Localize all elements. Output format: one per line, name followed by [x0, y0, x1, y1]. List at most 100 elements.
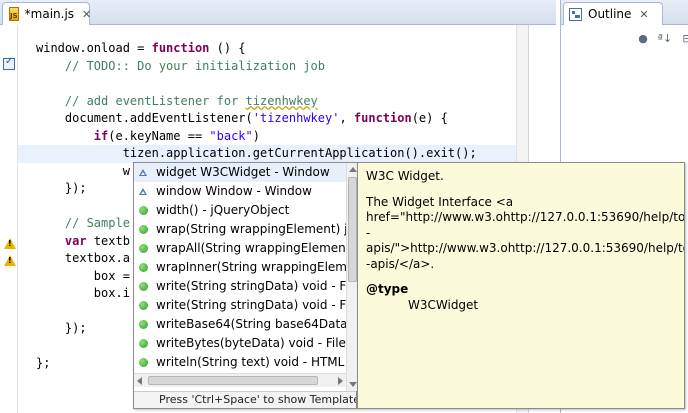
- assist-status-hint: Press 'Ctrl+Space' to show Template: [134, 391, 356, 408]
- code-token: tizenhwkey: [245, 93, 318, 108]
- outline-tab-bar: Outline ✕: [561, 0, 688, 25]
- code-line[interactable]: // TODO:: Do your initialization job: [36, 58, 477, 76]
- code-line[interactable]: if(e.keyName == "back"): [36, 128, 477, 146]
- outline-title: Outline: [588, 7, 632, 21]
- proposal-label: writeBytes(byteData) void - FileS: [156, 336, 346, 350]
- collapse-icon[interactable]: ⊟: [679, 30, 688, 46]
- method-icon: [139, 282, 148, 291]
- horizontal-scrollbar[interactable]: [134, 373, 346, 387]
- code-token: (e) {: [411, 111, 448, 125]
- method-icon: [139, 301, 148, 310]
- code-token: (e.keyName ==: [108, 128, 210, 143]
- documentation-popup: W3C Widget. The Widget Interface <a href…: [357, 162, 685, 409]
- code-token: box.i: [36, 286, 130, 300]
- vertical-ruler: [0, 25, 18, 413]
- proposal-item[interactable]: write(String stringData) void - F: [134, 296, 346, 315]
- doc-type-value: W3CWidget: [408, 297, 479, 312]
- proposal-item[interactable]: width() - jQueryObject: [134, 201, 346, 220]
- editor-tab-bar: JS *main.js ✕: [0, 0, 556, 25]
- method-icon: [139, 320, 148, 329]
- method-icon: [139, 339, 148, 348]
- hide-fields-icon[interactable]: ●: [635, 30, 651, 46]
- content-assist-popup: widget W3CWidget - Window window Window -…: [133, 162, 358, 409]
- proposal-label: wrapInner(String wrappingEleme: [156, 260, 346, 274]
- proposal-item[interactable]: writeBytes(byteData) void - FileS: [134, 334, 346, 353]
- warning-icon[interactable]: [4, 255, 16, 266]
- code-token: document.addEventListener(: [36, 111, 253, 125]
- proposal-label: write(String stringData) void - F: [156, 298, 346, 312]
- code-line[interactable]: document.addEventListener('tizenhwkey', …: [36, 110, 477, 128]
- scroll-up-icon[interactable]: [349, 167, 357, 172]
- method-icon: [139, 263, 148, 272]
- method-icon: [139, 244, 148, 253]
- doc-description: The Widget Interface <a href="http://www…: [366, 194, 685, 271]
- proposal-item[interactable]: write(String stringData) void - F: [134, 277, 346, 296]
- warning-icon[interactable]: [4, 238, 16, 249]
- code-token: ): [252, 128, 260, 143]
- sort-icon[interactable]: ª↓: [657, 30, 673, 46]
- scroll-right-icon[interactable]: [338, 377, 343, 385]
- doc-text: W3C Widget. The Widget Interface <a href…: [366, 169, 685, 323]
- proposal-label: wrapAll(String wrappingElement): [156, 241, 346, 255]
- code-token: function: [151, 41, 210, 55]
- code-token: w: [36, 163, 130, 178]
- js-file-icon: JS: [9, 7, 19, 21]
- code-token: textbox.a: [36, 251, 130, 265]
- code-token: 'tizenhwkey': [252, 111, 340, 125]
- proposal-item[interactable]: writeBase64(String base64Data): [134, 315, 346, 334]
- code-token: box =: [36, 268, 130, 283]
- code-token: textb: [86, 233, 130, 248]
- code-token: });: [36, 321, 87, 335]
- code-token: tizen.application.getCurrentApplication(…: [36, 146, 477, 160]
- code-token: // Sample: [36, 216, 130, 230]
- close-icon[interactable]: ✕: [82, 8, 91, 21]
- proposal-item[interactable]: writeln(String text) void - HTML: [134, 353, 346, 372]
- code-token: () {: [209, 41, 246, 55]
- code-token: ,: [339, 111, 354, 125]
- field-icon: [139, 187, 149, 197]
- doc-summary: W3C Widget.: [366, 169, 444, 183]
- proposal-label: writeln(String text) void - HTML: [156, 355, 345, 369]
- scrollbar-thumb[interactable]: [148, 376, 318, 385]
- outline-icon: [569, 7, 582, 21]
- proposal-label: window Window - Window: [156, 184, 312, 198]
- doc-type-label: @type: [366, 282, 409, 296]
- field-icon: [139, 168, 149, 178]
- code-token: };: [36, 356, 51, 370]
- scrollbar-thumb[interactable]: [348, 177, 357, 282]
- tab-outline[interactable]: Outline ✕: [563, 2, 663, 25]
- editor-tab-main-js[interactable]: JS *main.js ✕: [2, 2, 91, 25]
- scroll-down-icon[interactable]: [349, 382, 357, 387]
- method-icon: [139, 206, 148, 215]
- outline-toolbar: ● ª↓ ⊟: [635, 30, 688, 46]
- code-token: });: [36, 181, 87, 195]
- editor-tab-title: *main.js: [24, 7, 75, 21]
- proposal-item[interactable]: wrap(String wrappingElement) jQ: [134, 220, 346, 239]
- task-marker-icon[interactable]: [3, 56, 15, 70]
- proposal-item[interactable]: wrapAll(String wrappingElement): [134, 239, 346, 258]
- proposal-label: wrap(String wrappingElement) jQ: [156, 222, 346, 236]
- code-line[interactable]: window.onload = function () {: [36, 40, 477, 58]
- proposal-item[interactable]: widget W3CWidget - Window: [134, 163, 346, 182]
- proposal-label: width() - jQueryObject: [156, 203, 290, 217]
- scroll-left-icon[interactable]: [137, 377, 142, 385]
- code-line[interactable]: tizen.application.getCurrentApplication(…: [36, 145, 477, 163]
- proposal-label: writeBase64(String base64Data): [156, 317, 346, 331]
- proposal-item[interactable]: wrapInner(String wrappingEleme: [134, 258, 346, 277]
- proposal-label: widget W3CWidget - Window: [156, 165, 330, 179]
- code-token: window.onload =: [36, 41, 152, 55]
- code-token: // add eventListener for: [36, 93, 246, 108]
- code-token: function: [353, 111, 412, 125]
- proposal-label: write(String stringData) void - F: [156, 279, 346, 293]
- method-icon: [139, 358, 148, 367]
- close-icon[interactable]: ✕: [639, 8, 648, 21]
- code-token: var: [64, 233, 87, 248]
- code-token: if: [93, 128, 109, 143]
- code-line[interactable]: [36, 75, 477, 93]
- code-token: // TODO:: Do your initialization job: [36, 58, 325, 73]
- code-line[interactable]: // add eventListener for tizenhwkey: [36, 93, 477, 111]
- proposal-item[interactable]: window Window - Window: [134, 182, 346, 201]
- proposal-list[interactable]: widget W3CWidget - Window window Window -…: [134, 163, 346, 391]
